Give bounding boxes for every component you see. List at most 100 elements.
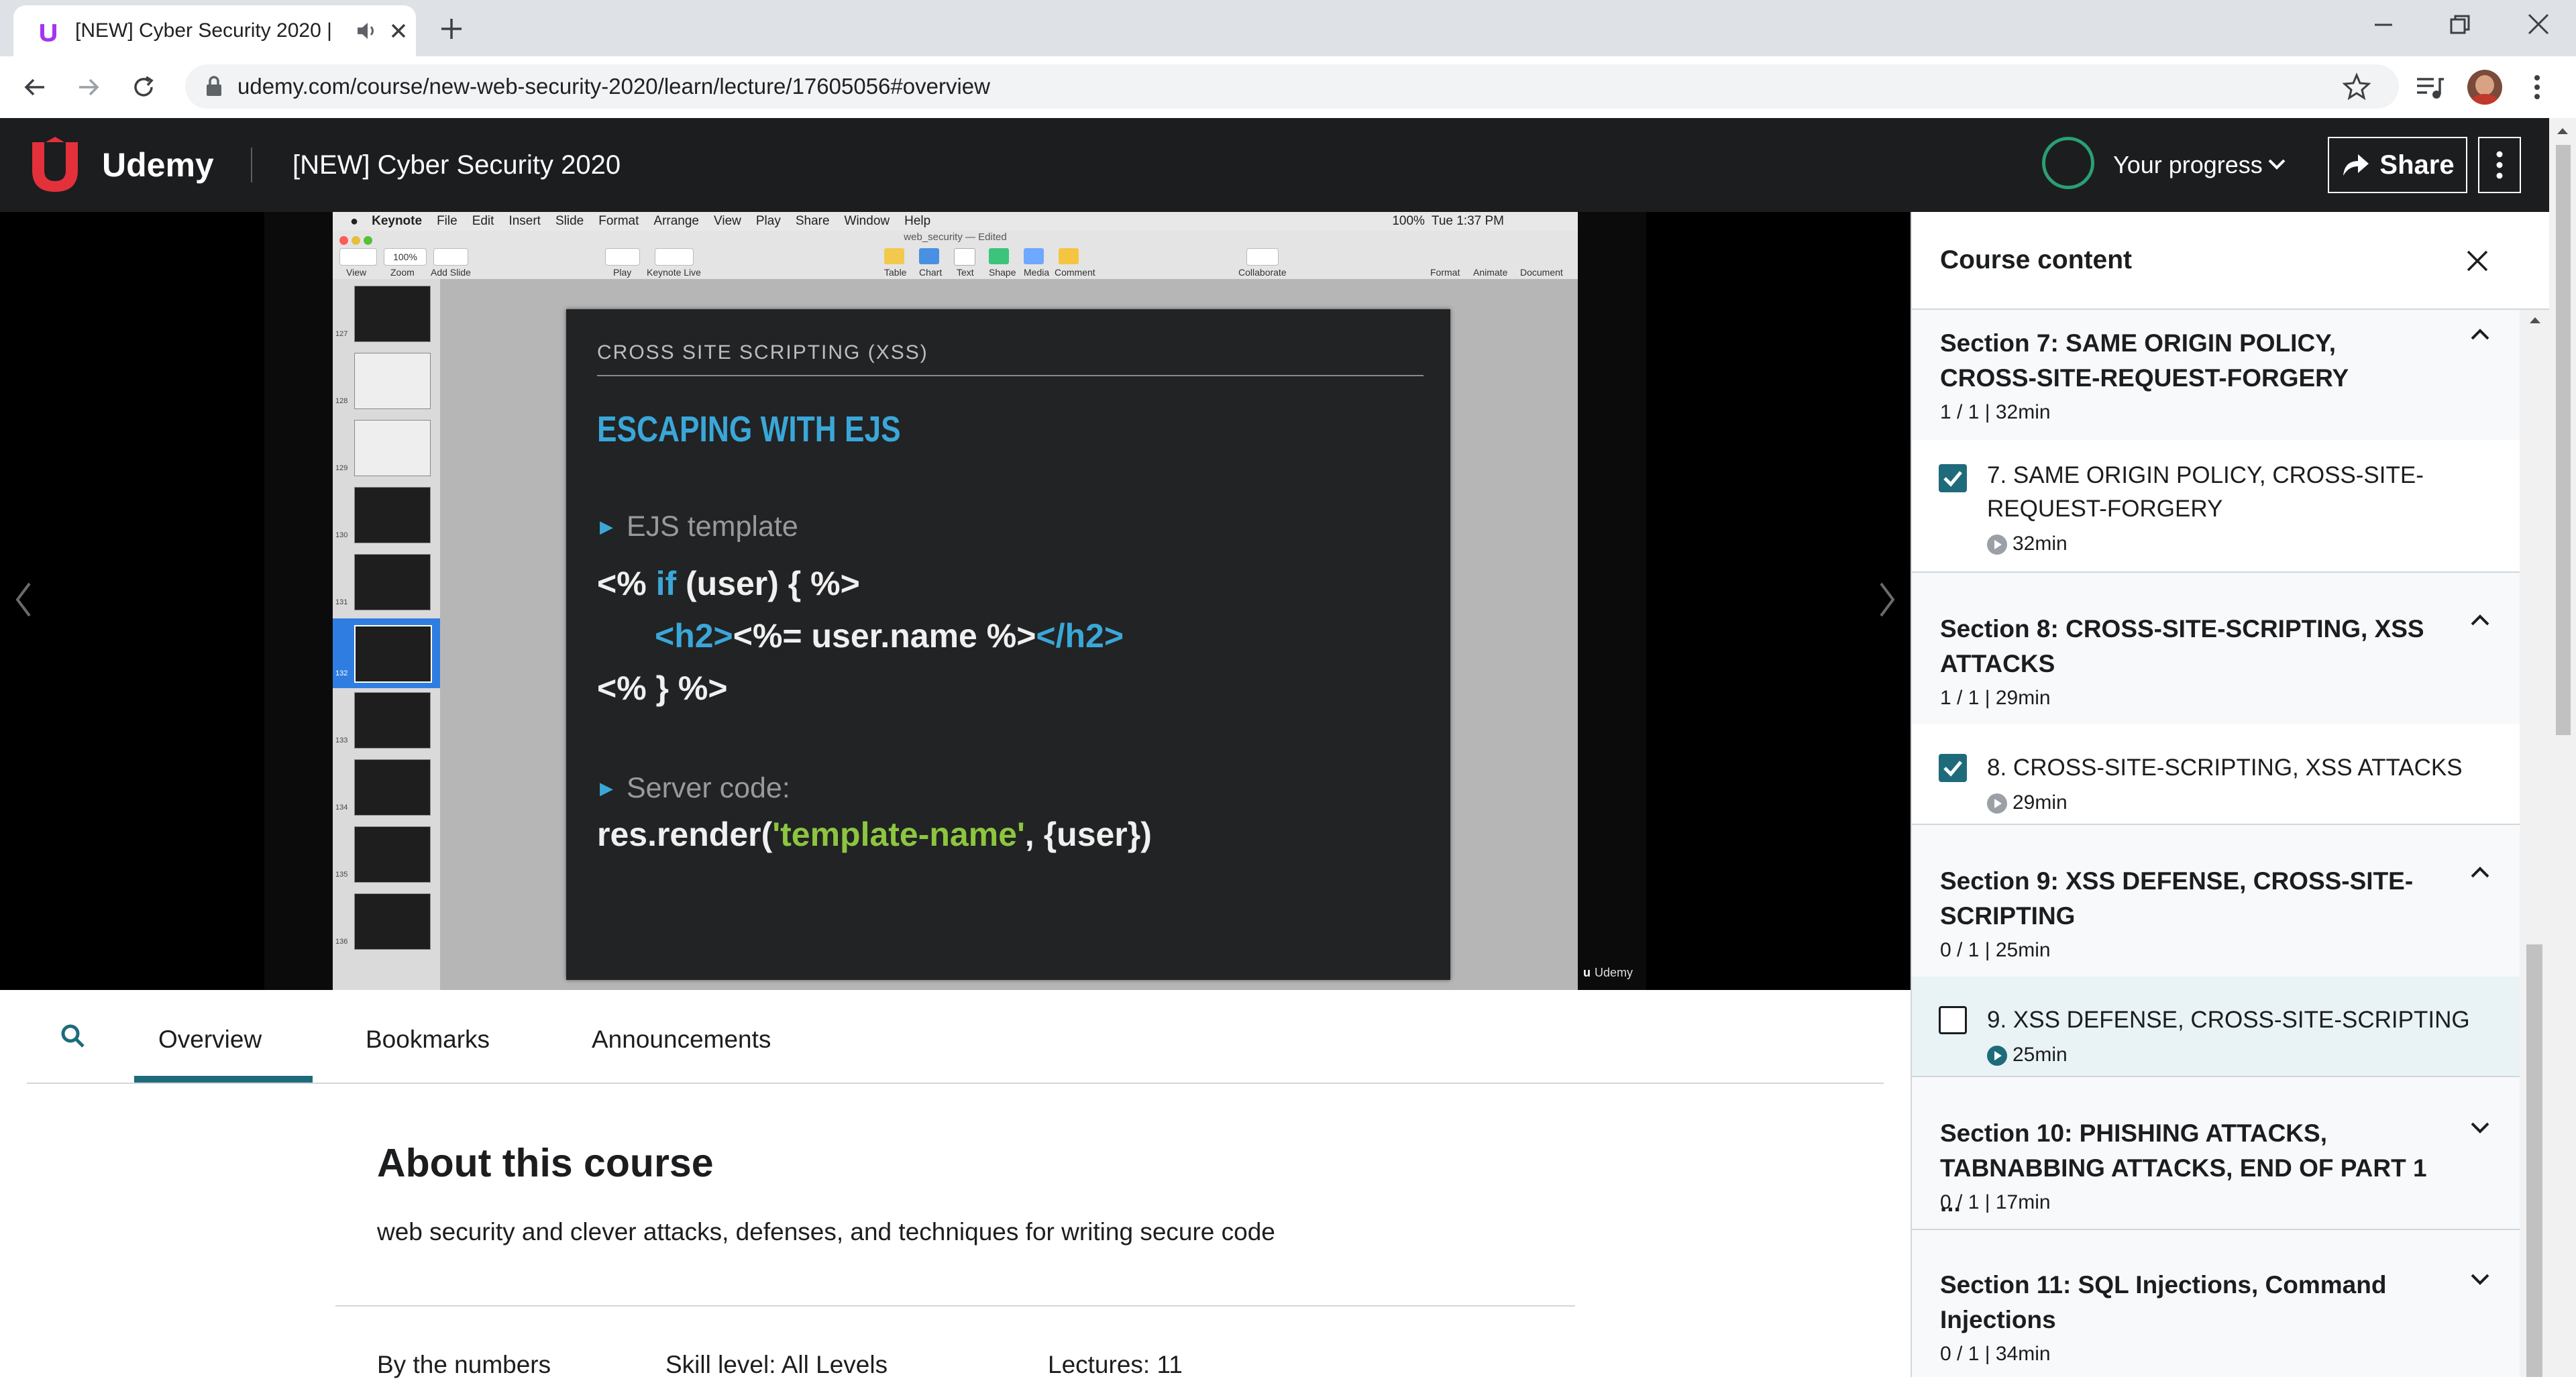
course-title[interactable]: [NEW] Cyber Security 2020 [292,118,621,212]
skill-level: Skill level: All Levels [665,1351,888,1378]
chart-tool-icon [919,248,939,264]
lectures-count: Lectures: 11 [1048,1351,1183,1378]
chevron-up-icon[interactable] [2469,323,2491,346]
tab-bookmarks[interactable]: Bookmarks [366,990,490,1081]
menu-edit: Edit [472,214,494,228]
restore-icon[interactable] [2449,13,2471,36]
chevron-up-icon[interactable] [2469,609,2491,632]
lecture-item-current[interactable]: 9. XSS DEFENSE, CROSS-SITE-SCRIPTING 25m… [1912,977,2520,1077]
about-description: web security and clever attacks, defense… [377,1218,1275,1246]
lecture-checkbox[interactable] [1939,754,1967,782]
tb-view: View [346,267,367,278]
chevron-down-icon[interactable] [2469,1268,2491,1290]
keynote-live-control [655,248,694,266]
sidebar-scroll-thumb[interactable] [2526,944,2542,1377]
play-control [605,248,640,266]
tb-zoom: Zoom [390,267,415,278]
udemy-brand[interactable]: Udemy [102,118,214,212]
slide-thumbnail [354,692,431,749]
doc-title: web_security — Edited [904,231,1007,243]
play-circle-icon [1987,535,2007,555]
udemy-watermark: u Udemy [1583,966,1633,980]
section-7[interactable]: Section 7: SAME ORIGIN POLICY, CROSS-SIT… [1912,310,2520,441]
chevron-up-icon[interactable] [2469,861,2491,884]
course-content-sidebar: Course content Section 7: SAME ORIGIN PO… [1911,212,2551,1377]
forward-icon[interactable] [75,74,102,101]
sidebar-header: Course content [1912,212,2551,310]
scroll-up-icon[interactable] [2557,126,2569,135]
play-circle-icon [1987,1046,2007,1066]
tb-animate: Animate [1473,267,1508,278]
scroll-up-icon[interactable] [2529,315,2541,325]
slide-number: 127 [335,330,348,338]
profile-avatar[interactable] [2467,70,2502,105]
slide-number: 133 [335,736,348,744]
slide-content: CROSS SITE SCRIPTING (XSS) ESCAPING WITH… [566,309,1450,980]
udemy-header: Udemy [NEW] Cyber Security 2020 Your pro… [0,118,2549,212]
checkmark-icon [1943,761,1962,777]
new-tab-icon[interactable] [439,16,464,42]
slide-number: 132 [335,669,348,677]
play-circle-icon [1987,793,2007,814]
previous-lecture-icon[interactable] [13,581,34,618]
address-bar[interactable]: udemy.com/course/new-web-security-2020/l… [185,64,2399,109]
lecture-checkbox[interactable] [1939,1006,1967,1034]
code-tag: <h2> [655,617,733,655]
tab-overview[interactable]: Overview [158,990,262,1081]
browser-menu-icon[interactable] [2530,72,2544,102]
section-11[interactable]: Section 11: SQL Injections, Command Inje… [1912,1230,2520,1377]
kebab-icon [2496,151,2503,179]
progress-ring-icon[interactable] [2042,137,2094,189]
udemy-logo-icon[interactable] [25,135,95,195]
code-line-1: <% if (user) { %> [597,564,860,603]
page-scrollbar[interactable] [2549,118,2576,1377]
bookmark-star-icon[interactable] [2343,72,2371,101]
code-string: 'template-name' [772,816,1025,853]
code-text: , {user}) [1024,816,1152,853]
slide-number: 134 [335,804,348,812]
section-meta: 1 / 1 | 32min [1940,401,2051,423]
active-tab-indicator [134,1076,313,1083]
reload-icon[interactable] [130,74,157,101]
window-close-icon[interactable] [2526,12,2551,36]
progress-label[interactable]: Your progress [2113,118,2263,212]
video-player[interactable]: ● Keynote File Edit Insert Slide Format … [0,212,1911,990]
video-frame: ● Keynote File Edit Insert Slide Format … [264,212,1646,990]
lecture-duration: 32min [1987,533,2068,555]
lecture-item[interactable]: 7. SAME ORIGIN POLICY, CROSS-SITE-REQUES… [1912,440,2520,573]
lecture-title: 7. SAME ORIGIN POLICY, CROSS-SITE-REQUES… [1987,462,2424,522]
section-10[interactable]: Section 10: PHISHING ATTACKS, TABNABBING… [1912,1077,2520,1230]
more-options-button[interactable] [2478,137,2521,193]
apple-icon: ● [350,213,359,229]
close-sidebar-icon[interactable] [2465,248,2490,274]
media-control-icon[interactable] [2415,75,2445,101]
slide-navigator: 127 128 129 130 131 132 133 134 135 136 [333,279,440,990]
slide-thumbnail [354,487,431,543]
sidebar-scrollbar[interactable] [2520,310,2549,1377]
search-icon[interactable] [59,1022,87,1050]
speaker-icon[interactable] [356,20,378,42]
tb-shape: Shape [989,267,1016,278]
section-9[interactable]: Section 9: XSS DEFENSE, CROSS-SITE-SCRIP… [1912,825,2520,978]
lecture-item[interactable]: 8. CROSS-SITE-SCRIPTING, XSS ATTACKS 29m… [1912,724,2520,825]
chevron-down-icon[interactable] [2469,1116,2491,1139]
tab-close-icon[interactable] [389,21,408,40]
slide-number: 131 [335,598,348,606]
menu-format: Format [598,214,639,228]
section-8[interactable]: Section 8: CROSS-SITE-SCRIPTING, XSS ATT… [1912,573,2520,726]
status-time: Tue 1:37 PM [1431,214,1504,228]
section-meta: 0 / 1 | 34min [1940,1343,2051,1365]
minimize-icon[interactable] [2372,13,2395,36]
page-scroll-thumb[interactable] [2556,145,2571,735]
browser-tab[interactable]: [NEW] Cyber Security 2020 | [13,5,416,56]
slide-rule [597,375,1424,376]
tab-announcements[interactable]: Announcements [592,990,771,1081]
zoom-control: 100% [384,248,427,266]
code-line-4: res.render('template-name', {user}) [597,815,1152,854]
chevron-down-icon[interactable] [2267,157,2286,172]
lecture-checkbox[interactable] [1939,464,1967,492]
next-lecture-icon[interactable] [1877,581,1897,618]
back-icon[interactable] [21,74,48,101]
about-title: About this course [377,1141,714,1185]
share-button[interactable]: Share [2328,137,2467,193]
